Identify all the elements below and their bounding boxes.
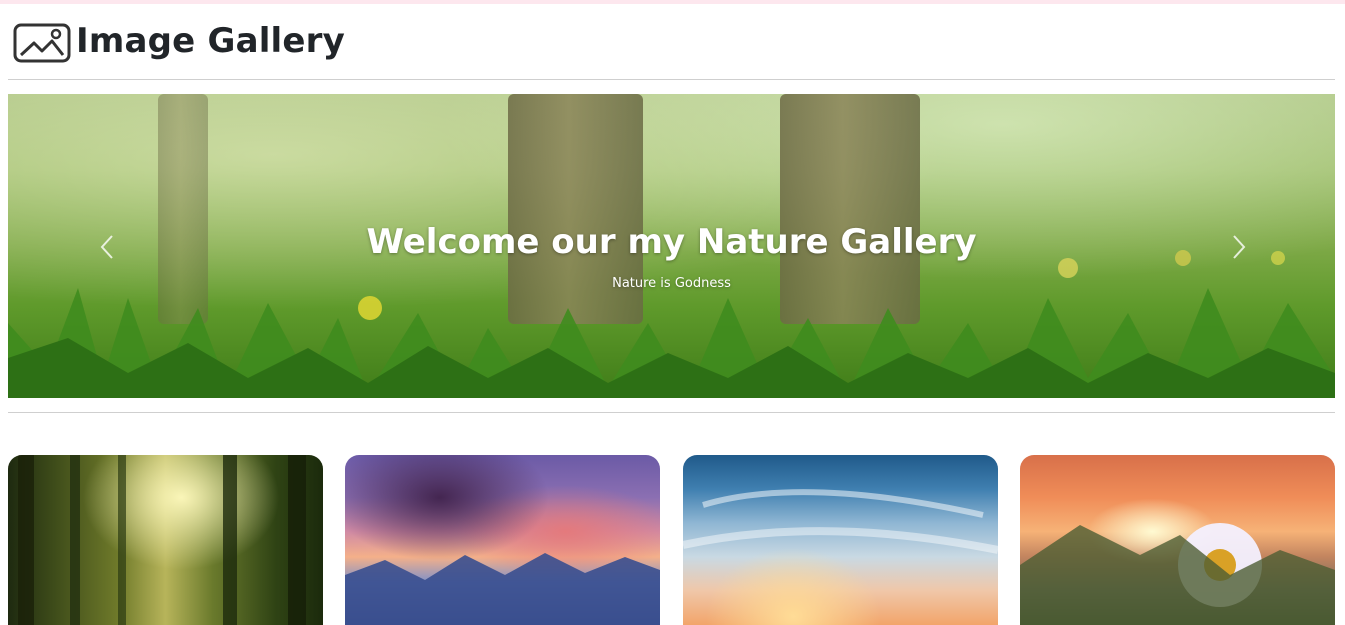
sky-image — [683, 489, 998, 554]
divider-top — [8, 79, 1335, 80]
top-accent-line — [0, 0, 1345, 4]
gallery-card-forest[interactable] — [8, 455, 323, 625]
chevron-right-icon — [1233, 235, 1246, 259]
gallery-card-sky-sunrise[interactable] — [683, 455, 998, 625]
gallery-card-sunset-clouds[interactable] — [345, 455, 660, 625]
mountains-image — [345, 553, 660, 625]
divider-bottom — [8, 412, 1335, 413]
chevron-left-icon — [100, 235, 113, 259]
daisy-image — [1020, 523, 1335, 625]
page-header: Image Gallery — [12, 14, 345, 68]
carousel-next-button[interactable] — [1222, 232, 1252, 262]
carousel-prev-button[interactable] — [94, 232, 124, 262]
carousel-caption-subtitle: Nature is Godness — [612, 276, 731, 291]
image-icon — [13, 23, 71, 63]
page-title: Image Gallery — [76, 21, 346, 61]
gallery-card-daisy-sunset[interactable] — [1020, 455, 1335, 625]
carousel-caption: Welcome our my Nature Gallery Nature is … — [8, 222, 1335, 291]
hero-carousel[interactable]: Welcome our my Nature Gallery Nature is … — [8, 94, 1335, 398]
forest-image — [18, 455, 306, 625]
carousel-caption-title: Welcome our my Nature Gallery — [366, 222, 977, 262]
